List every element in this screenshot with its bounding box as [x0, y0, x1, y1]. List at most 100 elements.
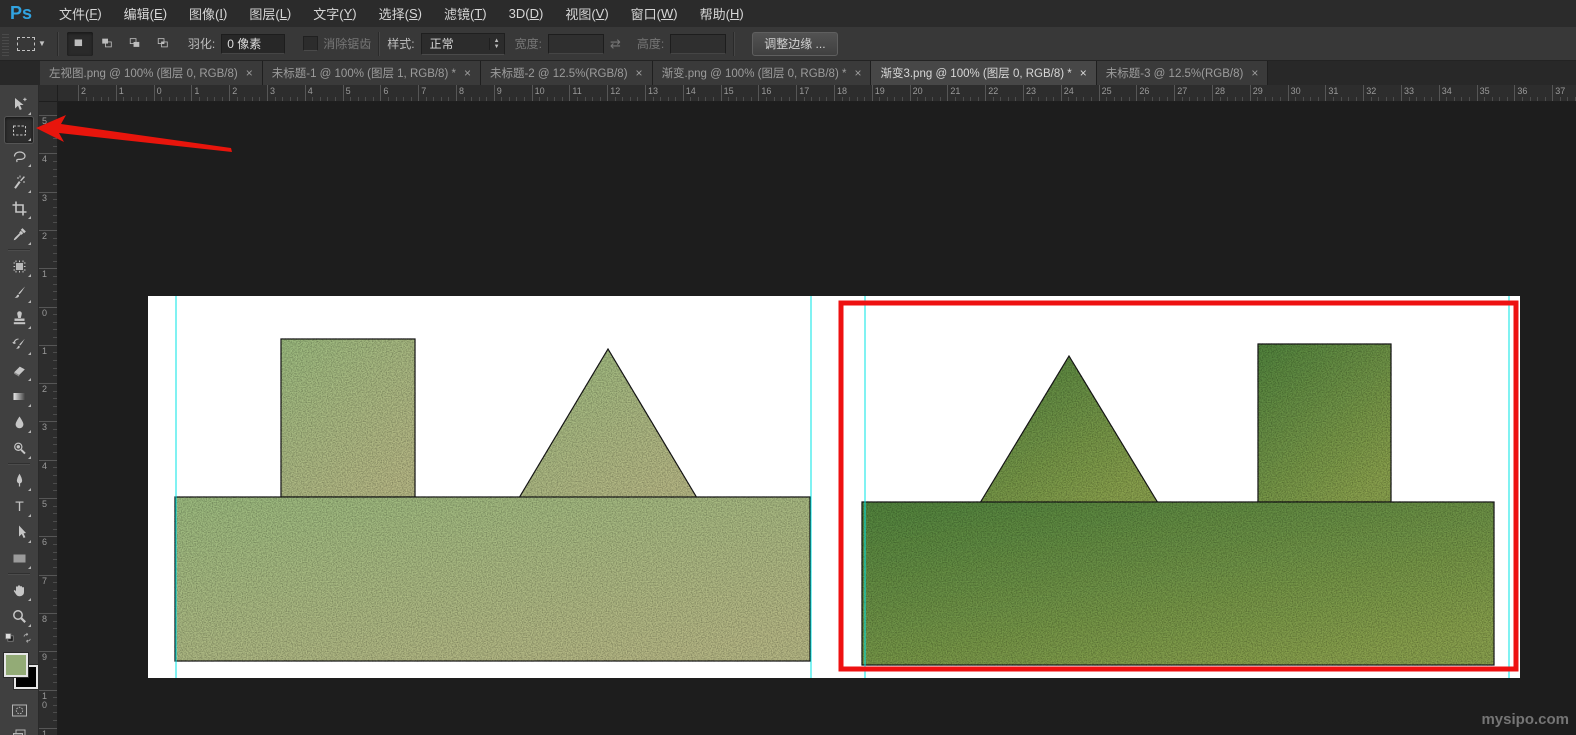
anti-alias-checkbox[interactable] — [303, 36, 318, 51]
menu-h[interactable]: 帮助(H) — [689, 0, 755, 27]
anti-alias-label: 消除锯齿 — [323, 35, 371, 52]
style-select[interactable]: 正常 ▲▼ — [421, 33, 505, 55]
document-tab-1[interactable]: 左视图.png @ 100% (图层 0, RGB/8) × — [40, 61, 263, 85]
menu-f[interactable]: 文件(F) — [48, 0, 113, 27]
stepper-arrows-icon: ▲▼ — [489, 38, 504, 50]
tool-preset-picker[interactable]: ▼ — [13, 35, 50, 53]
flyout-corner-icon — [28, 514, 31, 517]
default-colors-icon[interactable] — [4, 632, 17, 650]
spot-healing-brush-tool[interactable] — [5, 253, 33, 279]
flyout-corner-icon — [28, 488, 31, 491]
marquee-preset-icon — [17, 37, 35, 51]
tab-close-icon[interactable]: × — [464, 67, 471, 79]
menu-i[interactable]: 图像(I) — [178, 0, 238, 27]
screen-mode-button[interactable] — [11, 727, 28, 735]
pen-tool[interactable] — [5, 467, 33, 493]
height-label: 高度: — [637, 35, 664, 52]
tab-title: 未标题-2 @ 12.5%(RGB/8) — [490, 65, 628, 81]
flyout-corner-icon — [28, 456, 31, 459]
canvas-viewport[interactable] — [57, 101, 1576, 735]
horizontal-ruler[interactable]: 2101234567891011121314151617181920212223… — [39, 85, 1576, 102]
zoom-tool[interactable] — [5, 603, 33, 629]
width-label: 宽度: — [515, 35, 542, 52]
history-brush-tool[interactable] — [5, 331, 33, 357]
tab-close-icon[interactable]: × — [1080, 67, 1087, 79]
eraser-tool[interactable] — [5, 357, 33, 383]
tab-close-icon[interactable]: × — [636, 67, 643, 79]
menu-e[interactable]: 编辑(E) — [113, 0, 178, 27]
path-selection-tool[interactable] — [5, 519, 33, 545]
flyout-corner-icon — [28, 138, 31, 141]
flyout-corner-icon — [28, 378, 31, 381]
separator — [733, 32, 735, 56]
add-to-selection-button[interactable] — [95, 32, 121, 56]
blur-tool[interactable] — [5, 409, 33, 435]
flyout-corner-icon — [28, 164, 31, 167]
hand-tool[interactable] — [5, 577, 33, 603]
options-bar: ▼ 羽化: 消除锯齿 样式: 正常 ▲▼ 宽度: ⇄ 高度: 调整边缘 ... — [0, 27, 1576, 61]
height-input[interactable] — [670, 34, 726, 54]
flyout-corner-icon — [28, 112, 31, 115]
document-tab-4[interactable]: 渐变.png @ 100% (图层 0, RGB/8) * × — [653, 61, 872, 85]
quick-mask-button[interactable] — [11, 702, 28, 719]
eyedropper-tool[interactable] — [5, 221, 33, 247]
flyout-corner-icon — [28, 300, 31, 303]
separator — [378, 32, 380, 56]
menu-bar: Ps 文件(F)编辑(E)图像(I)图层(L)文字(Y)选择(S)滤镜(T)3D… — [0, 0, 1576, 28]
photoshop-window: Ps 文件(F)编辑(E)图像(I)图层(L)文字(Y)选择(S)滤镜(T)3D… — [0, 0, 1576, 735]
menu-s[interactable]: 选择(S) — [368, 0, 433, 27]
flyout-corner-icon — [28, 274, 31, 277]
menu-v[interactable]: 视图(V) — [554, 0, 619, 27]
menu-w[interactable]: 窗口(W) — [620, 0, 689, 27]
type-tool[interactable]: T — [5, 493, 33, 519]
flyout-corner-icon — [28, 404, 31, 407]
shape-tool[interactable] — [5, 545, 33, 571]
width-input[interactable] — [548, 34, 604, 54]
feather-input[interactable] — [221, 34, 285, 54]
document-tab-2[interactable]: 未标题-1 @ 100% (图层 1, RGB/8) *× — [263, 61, 481, 85]
chevron-down-icon: ▼ — [38, 39, 46, 48]
flyout-corner-icon — [28, 598, 31, 601]
tab-close-icon[interactable]: × — [1251, 67, 1258, 79]
tab-title: 左视图.png @ 100% (图层 0, RGB/8) — [49, 65, 238, 81]
subtract-from-selection-button[interactable] — [123, 32, 149, 56]
move-tool[interactable] — [5, 91, 33, 117]
dodge-tool[interactable] — [5, 435, 33, 461]
document-tab-5-active[interactable]: 渐变3.png @ 100% (图层 0, RGB/8) *× — [871, 61, 1096, 85]
swap-colors-icon[interactable] — [21, 632, 34, 650]
tool-divider — [8, 573, 30, 575]
document-tabs-bar: 左视图.png @ 100% (图层 0, RGB/8)×未标题-1 @ 100… — [0, 61, 1576, 85]
flyout-corner-icon — [28, 624, 31, 627]
new-selection-button[interactable] — [67, 32, 93, 56]
flyout-corner-icon — [28, 430, 31, 433]
menu-l[interactable]: 图层(L) — [238, 0, 302, 27]
brush-tool[interactable] — [5, 279, 33, 305]
menu-3dd[interactable]: 3D(D) — [498, 0, 555, 27]
tab-title: 渐变.png @ 100% (图层 0, RGB/8) * — [662, 65, 847, 81]
vertical-ruler[interactable]: 5432101234567891011 — [39, 101, 58, 735]
magic-wand-tool[interactable] — [5, 169, 33, 195]
svg-text:T: T — [15, 498, 24, 514]
separator — [57, 32, 59, 56]
panel-gripper — [2, 32, 9, 56]
intersect-selection-button[interactable] — [151, 32, 177, 56]
rectangular-marquee-tool[interactable] — [5, 117, 33, 143]
foreground-color-swatch[interactable] — [4, 653, 28, 677]
feather-label: 羽化: — [188, 35, 215, 52]
tab-close-icon[interactable]: × — [854, 67, 861, 79]
swap-dimensions-icon[interactable]: ⇄ — [610, 36, 621, 52]
crop-tool[interactable] — [5, 195, 33, 221]
tab-title: 未标题-3 @ 12.5%(RGB/8) — [1106, 65, 1244, 81]
flyout-corner-icon — [28, 352, 31, 355]
menu-y[interactable]: 文字(Y) — [302, 0, 367, 27]
refine-edge-button[interactable]: 调整边缘 ... — [752, 32, 837, 56]
flyout-corner-icon — [28, 540, 31, 543]
flyout-corner-icon — [28, 190, 31, 193]
clone-stamp-tool[interactable] — [5, 305, 33, 331]
lasso-tool[interactable] — [5, 143, 33, 169]
menu-t[interactable]: 滤镜(T) — [433, 0, 498, 27]
document-tab-3[interactable]: 未标题-2 @ 12.5%(RGB/8) × — [481, 61, 653, 85]
gradient-tool[interactable] — [5, 383, 33, 409]
document-tab-6[interactable]: 未标题-3 @ 12.5%(RGB/8) × — [1097, 61, 1269, 85]
tab-close-icon[interactable]: × — [246, 67, 253, 79]
